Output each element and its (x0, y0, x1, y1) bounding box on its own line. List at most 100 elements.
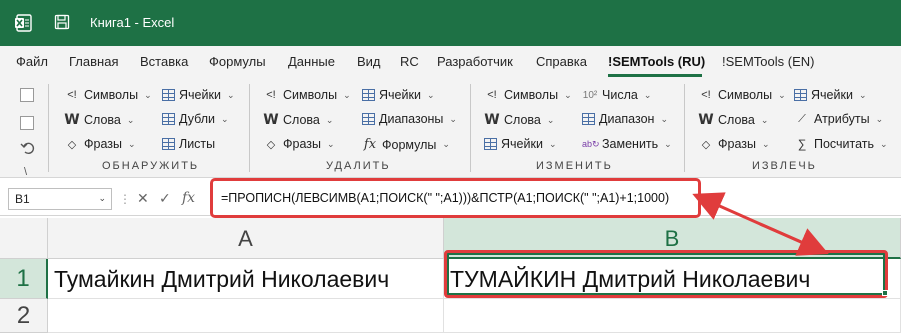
tab-help[interactable]: Справка (536, 54, 587, 69)
chevron-down-icon: ⌄ (643, 89, 652, 100)
window-title: Книга1 - Excel (90, 15, 175, 30)
group-label-detect: ОБНАРУЖИТЬ (102, 160, 200, 172)
column-header-a[interactable]: A (48, 218, 444, 259)
row-header-1[interactable]: 1 (0, 259, 48, 299)
numbers-icon: 10² (582, 89, 598, 101)
excel-logo-icon (15, 14, 32, 32)
cancel-icon[interactable]: ✕ (137, 190, 149, 207)
remove-symbols-button[interactable]: <! Символы ⌄ (263, 88, 351, 102)
symbols-icon: <! (67, 89, 77, 101)
chevron-down-icon: ⌄ (325, 114, 334, 125)
chevron-down-icon: ⌄ (221, 113, 229, 124)
formulas-icon: fx (363, 137, 377, 152)
count-icon: ∑ (797, 137, 807, 151)
label: Дубли (179, 112, 216, 126)
tab-rc[interactable]: RC (400, 54, 419, 69)
tab-semtools-en[interactable]: !SEMTools (EN) (722, 54, 814, 69)
chevron-down-icon: ⌄ (426, 89, 435, 100)
detect-sheets-button[interactable]: Листы (162, 137, 215, 151)
formula-bar-divider-icon: ⋮ (119, 192, 131, 206)
checkbox-icon[interactable] (20, 88, 34, 102)
remove-cells-button[interactable]: Ячейки ⌄ (362, 88, 434, 102)
replace-icon: ab↻ (582, 138, 600, 149)
words-icon: W (64, 112, 80, 128)
remove-formulas-button[interactable]: fx Формулы ⌄ (362, 137, 450, 152)
chevron-down-icon: ⌄ (343, 89, 351, 100)
undo-icon[interactable] (20, 140, 36, 156)
phrases-icon: ◇ (701, 138, 711, 151)
detect-symbols-button[interactable]: <! Символы ⌄ (64, 88, 151, 102)
extract-cells-button[interactable]: Ячейки ⌄ (794, 88, 866, 102)
extract-symbols-button[interactable]: <! Символы ⌄ (698, 88, 785, 102)
select-all-corner[interactable] (0, 218, 48, 259)
tab-view[interactable]: Вид (357, 54, 381, 69)
tab-data[interactable]: Данные (288, 54, 335, 69)
chevron-down-icon: ⌄ (761, 138, 770, 149)
cell-a1[interactable]: Тумайкин Дмитрий Николаевич (48, 259, 444, 299)
phrases-icon: ◇ (67, 138, 77, 151)
checkbox-icon[interactable] (20, 116, 34, 130)
label: Ячейки (811, 88, 853, 102)
replace-button[interactable]: ab↻ Заменить ⌄ (582, 137, 672, 151)
extract-phrases-button[interactable]: ◇ Фразы ⌄ (698, 137, 770, 151)
change-words-button[interactable]: W Слова ⌄ (484, 112, 554, 128)
label: Слова (283, 113, 320, 127)
extract-attributes-button[interactable]: ⟋ Атрибуты ⌄ (794, 112, 883, 126)
words-icon: W (484, 112, 500, 128)
chevron-down-icon: ⌄ (880, 138, 888, 149)
fill-handle[interactable] (882, 290, 888, 296)
chevron-down-icon: ⌄ (660, 113, 668, 124)
remove-words-button[interactable]: W Слова ⌄ (263, 112, 333, 128)
cells-icon (362, 89, 375, 101)
detect-words-button[interactable]: W Слова ⌄ (64, 112, 134, 128)
label: Ячейки (179, 88, 221, 102)
row-header-2[interactable]: 2 (0, 299, 48, 333)
tab-home[interactable]: Главная (69, 54, 118, 69)
extract-words-button[interactable]: W Слова ⌄ (698, 112, 768, 128)
detect-duplicates-button[interactable]: Дубли ⌄ (162, 112, 229, 126)
change-cells-button[interactable]: Ячейки ⌄ (484, 137, 556, 151)
phrases-icon: ◇ (266, 138, 276, 151)
label: Посчитать (814, 137, 875, 151)
save-icon[interactable] (54, 14, 70, 30)
chevron-down-icon: ⌄ (326, 138, 335, 149)
tab-insert[interactable]: Вставка (140, 54, 188, 69)
insert-function-icon[interactable]: fx (182, 190, 195, 206)
label: Фразы (718, 137, 756, 151)
enter-icon[interactable]: ✓ (159, 190, 171, 207)
label: Атрибуты (814, 112, 870, 126)
backslash-icon: \ (24, 166, 28, 178)
ribbon-tabs: Файл Главная Вставка Формулы Данные Вид … (0, 46, 901, 78)
cells-icon (484, 138, 497, 150)
remove-ranges-button[interactable]: Диапазоны ⌄ (362, 112, 457, 126)
label: Фразы (84, 137, 122, 151)
change-numbers-button[interactable]: 10² Числа ⌄ (582, 88, 652, 102)
group-separator (249, 84, 250, 172)
chevron-down-icon[interactable]: ⌄ (98, 193, 106, 204)
cell-b2[interactable] (444, 299, 901, 333)
count-button[interactable]: ∑ Посчитать ⌄ (794, 137, 888, 151)
chevron-down-icon: ⌄ (226, 89, 235, 100)
formula-input[interactable]: =ПРОПИСН(ЛЕВСИМВ(A1;ПОИСК(" ";A1)))&ПСТР… (210, 178, 701, 218)
words-icon: W (263, 112, 279, 128)
group-label-extract: ИЗВЛЕЧЬ (752, 160, 817, 172)
tab-file[interactable]: Файл (16, 54, 48, 69)
name-box[interactable]: B1 ⌄ (8, 188, 112, 210)
chevron-down-icon: ⌄ (442, 139, 450, 149)
chevron-down-icon: ⌄ (664, 138, 672, 149)
label: Фразы (283, 137, 321, 151)
duplicates-icon (162, 113, 175, 125)
detect-phrases-button[interactable]: ◇ Фразы ⌄ (64, 137, 136, 151)
highlight-box (444, 250, 888, 298)
tab-formulas[interactable]: Формулы (209, 54, 266, 69)
tab-developer[interactable]: Разработчик (437, 54, 513, 69)
label: Символы (504, 88, 559, 102)
detect-cells-button[interactable]: Ячейки ⌄ (162, 88, 234, 102)
tab-semtools-ru[interactable]: !SEMTools (RU) (608, 54, 705, 69)
remove-phrases-button[interactable]: ◇ Фразы ⌄ (263, 137, 335, 151)
symbols-icon: <! (266, 89, 276, 101)
change-symbols-button[interactable]: <! Символы ⌄ (484, 88, 571, 102)
label: Числа (602, 88, 638, 102)
cell-a2[interactable] (48, 299, 444, 333)
change-range-button[interactable]: Диапазон ⌄ (582, 112, 668, 126)
